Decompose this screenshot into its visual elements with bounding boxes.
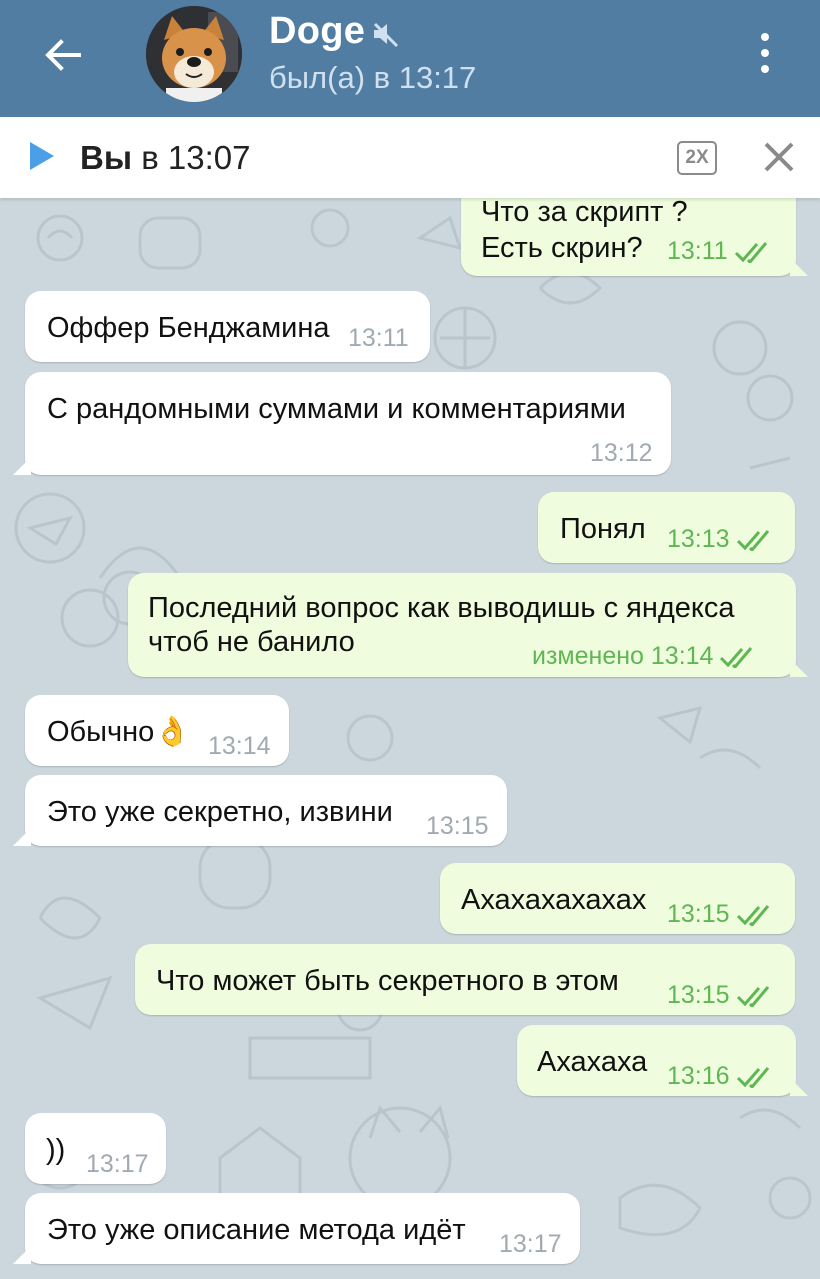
message-text: Это уже описание метода идёт	[47, 1214, 466, 1246]
player-time: в 13:07	[141, 139, 251, 176]
message-text: Что может быть секретного в этом	[156, 965, 619, 997]
mute-icon	[374, 22, 399, 47]
audio-player-bar[interactable]: Вы в 13:07 2X	[0, 117, 820, 198]
message-bubble-incoming[interactable]: Оффер Бенджамина 13:11	[25, 291, 430, 362]
message-bubble-outgoing[interactable]: Ахахаха 13:16	[517, 1025, 808, 1096]
message-text: Понял	[560, 513, 646, 545]
chat-name: Doge	[269, 10, 366, 52]
chat-title[interactable]: Doge	[269, 10, 399, 53]
message-text: Это уже секретно, извини	[47, 796, 393, 828]
back-arrow-icon	[45, 39, 81, 71]
message-text: Оффер Бенджамина	[47, 312, 330, 344]
message-time: 13:13	[667, 525, 730, 553]
player-label: Вы в 13:07	[80, 139, 250, 177]
message-bubble-incoming[interactable]: Обычно👌 13:14	[25, 695, 289, 766]
last-seen-status: был(а) в 13:17	[269, 60, 477, 95]
message-bubble-outgoing[interactable]: Последний вопрос как выводишь с яндекса …	[128, 573, 808, 677]
more-vert-icon	[761, 33, 769, 41]
message-meta: изменено 13:14	[532, 639, 755, 674]
message-time: 13:15	[667, 900, 730, 928]
double-check-icon	[734, 241, 767, 263]
message-text: Обычно👌	[47, 716, 191, 748]
message-time: 13:14	[208, 732, 271, 760]
more-menu-button[interactable]	[740, 20, 790, 86]
message-time: 13:17	[499, 1230, 562, 1258]
message-meta: 13:15	[667, 978, 772, 1013]
player-sender: Вы	[80, 139, 133, 176]
message-bubble-outgoing[interactable]: Понял 13:13	[538, 492, 795, 563]
double-check-icon	[736, 985, 769, 1007]
play-icon[interactable]	[28, 141, 56, 171]
message-time: 13:11	[667, 237, 728, 265]
message-text: Ахахаха	[537, 1046, 648, 1078]
message-meta: 13:11	[667, 234, 770, 269]
message-meta: 13:15	[667, 897, 772, 932]
chat-header: Doge был(а) в 13:17	[0, 0, 820, 117]
message-time: 13:15	[426, 812, 489, 840]
message-time: 13:17	[86, 1150, 149, 1178]
message-bubble-incoming[interactable]: Это уже описание метода идёт 13:17	[13, 1193, 580, 1264]
message-meta: 13:13	[667, 522, 772, 557]
message-time: изменено 13:14	[532, 642, 714, 670]
message-time: 13:16	[667, 1062, 730, 1090]
back-button[interactable]	[30, 22, 96, 88]
avatar[interactable]	[146, 6, 242, 102]
double-check-icon	[736, 529, 769, 551]
message-text: С рандомными суммами и комментариями	[47, 393, 626, 425]
message-time: 13:15	[667, 981, 730, 1009]
message-text: Ахахахахахах	[461, 884, 647, 916]
playback-speed-button[interactable]: 2X	[677, 141, 717, 175]
message-meta: 13:16	[667, 1059, 772, 1094]
message-bubble-outgoing[interactable]: Ахахахахахах 13:15	[440, 863, 795, 934]
message-bubble-outgoing[interactable]: Что за скрипт ? Есть скрин? 13:11	[461, 198, 808, 276]
message-bubble-incoming[interactable]: )) 13:17	[25, 1113, 166, 1184]
close-icon[interactable]	[762, 140, 796, 174]
message-time: 13:12	[590, 439, 653, 467]
double-check-icon	[720, 646, 753, 668]
message-text: Что за скрипт ? Есть скрин?	[481, 198, 688, 264]
message-bubble-incoming[interactable]: Это уже секретно, извини 13:15	[13, 775, 507, 846]
message-bubble-outgoing[interactable]: Что может быть секретного в этом 13:15	[135, 944, 795, 1015]
message-list[interactable]: Что за скрипт ? Есть скрин? 13:11 Оффер …	[0, 198, 820, 1279]
message-bubble-incoming[interactable]: С рандомными суммами и комментариями 13:…	[13, 372, 671, 475]
message-time: 13:11	[348, 324, 409, 352]
double-check-icon	[736, 904, 769, 926]
message-text: ))	[46, 1134, 66, 1166]
double-check-icon	[736, 1066, 769, 1088]
